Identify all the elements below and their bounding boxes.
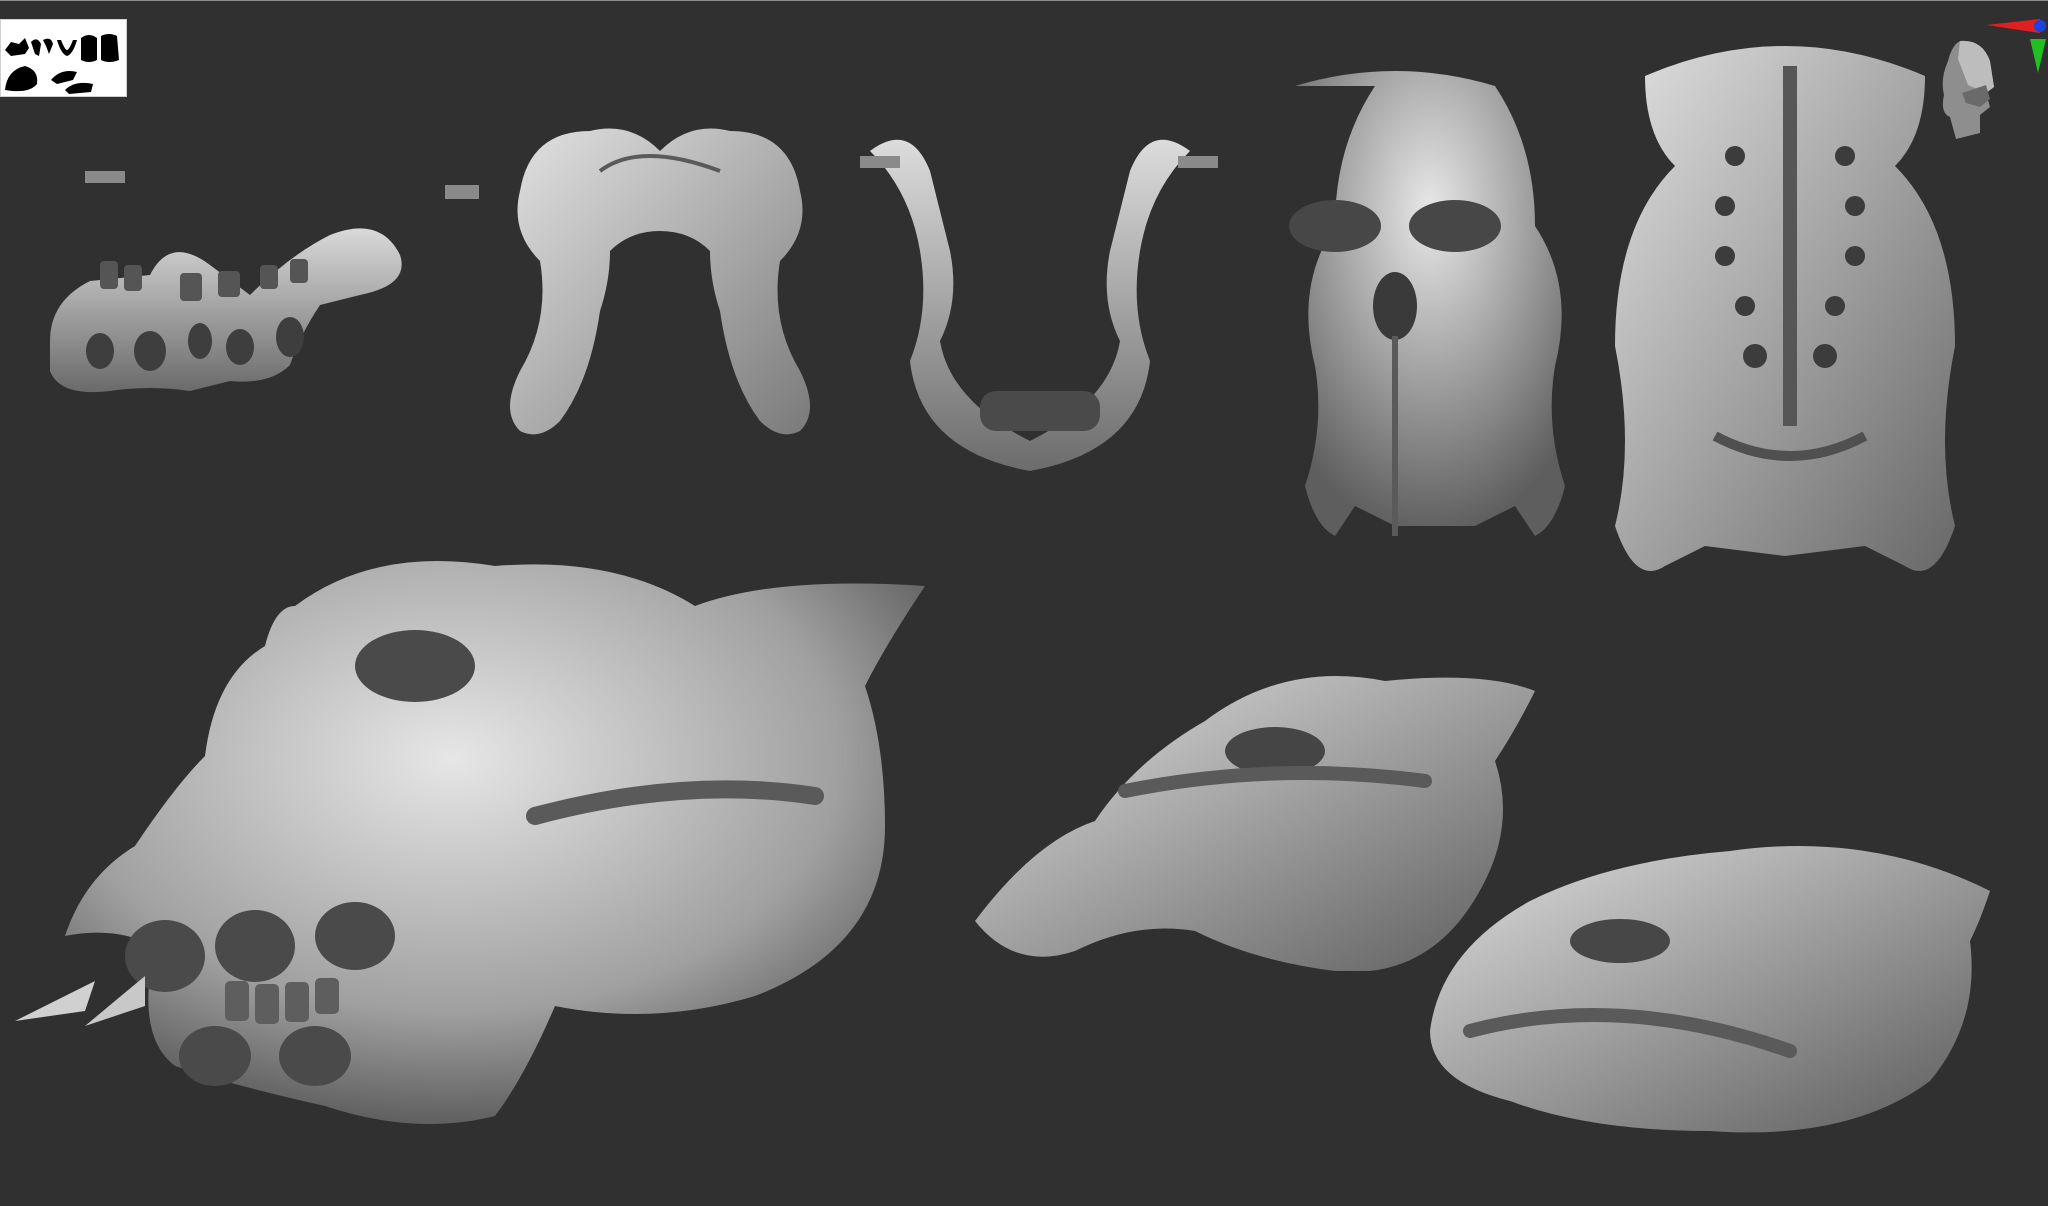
silhouette-icon [5, 34, 119, 94]
jaw-arch-bottom-view[interactable] [860, 121, 1220, 471]
creature-head-perspective-large[interactable] [15, 526, 935, 1166]
3d-viewport[interactable] [0, 0, 2048, 1206]
skull-front-view[interactable] [1215, 66, 1575, 586]
lower-jaw-side-view[interactable] [40, 161, 480, 421]
jaw-arch-top-view[interactable] [490, 111, 840, 451]
silhouette-thumbnail[interactable] [0, 19, 127, 97]
creature-head-three-quarter-view[interactable] [1410, 831, 2010, 1151]
skull-back-view[interactable] [1605, 36, 1975, 601]
